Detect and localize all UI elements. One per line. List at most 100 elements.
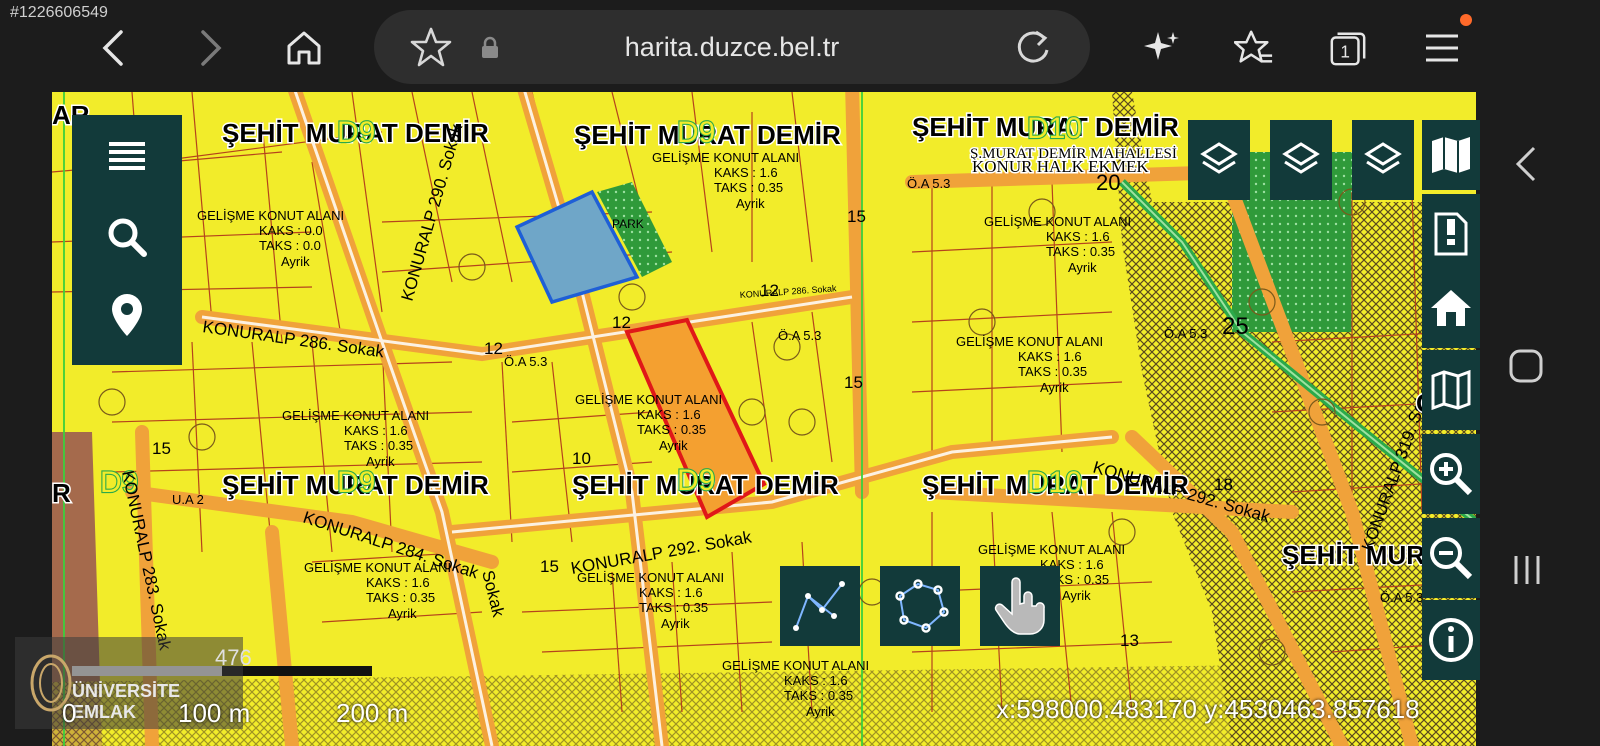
listing-id: #1226606549 <box>10 4 108 21</box>
hamburger-menu-icon[interactable] <box>72 115 182 195</box>
notification-dot <box>1460 14 1472 26</box>
sheet-label: D9 <box>677 116 715 149</box>
oa-label: Ö.A 5.3 <box>778 328 821 343</box>
layers-icon[interactable] <box>1352 120 1414 200</box>
road-width: 15 <box>152 439 171 458</box>
street-label: Sokak <box>478 568 508 619</box>
system-home-icon[interactable] <box>1508 348 1544 389</box>
oa-label: Ö.A 5.3 <box>907 176 950 191</box>
info-icon[interactable] <box>1422 600 1480 680</box>
home-icon[interactable] <box>1422 268 1480 348</box>
pointer-hand-icon[interactable] <box>980 566 1060 646</box>
svg-text:Ayrik: Ayrik <box>659 438 688 453</box>
map-icon[interactable] <box>1422 350 1480 430</box>
sheet-label: D10 <box>1027 112 1082 145</box>
zoom-in-icon[interactable] <box>1422 434 1480 514</box>
svg-text:TAKS : 0.0: TAKS : 0.0 <box>259 238 321 253</box>
menu-icon[interactable] <box>1422 28 1462 68</box>
svg-text:GELİŞME KONUT ALANI: GELİŞME KONUT ALANI <box>722 658 869 673</box>
svg-text:TAKS : 0.35: TAKS : 0.35 <box>784 688 853 703</box>
svg-text:GELİŞME KONUT ALANI: GELİŞME KONUT ALANI <box>956 334 1103 349</box>
svg-text:KAKS : 1.6: KAKS : 1.6 <box>1046 229 1110 244</box>
road-width: 15 <box>847 207 866 226</box>
road-width: 12 <box>484 339 503 358</box>
svg-text:TAKS : 0.35: TAKS : 0.35 <box>639 600 708 615</box>
system-nav-bar <box>1476 92 1600 746</box>
location-pin-icon[interactable] <box>72 275 182 355</box>
svg-text:GELİŞME KONUT ALANI: GELİŞME KONUT ALANI <box>984 214 1131 229</box>
svg-text:TAKS : 0.35: TAKS : 0.35 <box>366 590 435 605</box>
svg-text:Ayrik: Ayrik <box>1040 380 1069 395</box>
svg-text:Ayrik: Ayrik <box>806 704 835 719</box>
svg-text:TAKS : 0.35: TAKS : 0.35 <box>1018 364 1087 379</box>
zoning-block: GELİŞME KONUT ALANIKAKS : 1.6TAKS : 0.35… <box>282 408 429 469</box>
sparkle-icon[interactable] <box>1142 28 1182 68</box>
tabs-icon[interactable]: 1 <box>1328 28 1368 68</box>
tab-count: 1 <box>1340 42 1350 62</box>
svg-text:KAKS : 1.6: KAKS : 1.6 <box>344 423 408 438</box>
road-width: 20 <box>1096 170 1120 195</box>
bookmarks-icon[interactable] <box>1234 28 1274 68</box>
road-width: 18 <box>1214 475 1233 494</box>
svg-text:Ayrik: Ayrik <box>736 196 765 211</box>
svg-text:KAKS : 1.6: KAKS : 1.6 <box>637 407 701 422</box>
watermark-number: 476 <box>215 645 252 670</box>
home-icon[interactable] <box>284 28 324 68</box>
svg-text:Ayrik: Ayrik <box>661 616 690 631</box>
zoom-out-icon[interactable] <box>1422 518 1480 598</box>
back-arrow-icon[interactable] <box>94 28 134 68</box>
map-side-panel <box>72 115 182 365</box>
scale-100-label: 100 m <box>178 698 251 728</box>
sheet-label: D9 <box>337 466 375 499</box>
address-bar[interactable]: harita.duzce.bel.tr <box>374 10 1090 84</box>
sheet-label: D9 <box>677 464 715 497</box>
svg-text:Ayrik: Ayrik <box>388 606 417 621</box>
search-icon[interactable] <box>72 197 182 277</box>
system-recents-icon[interactable] <box>1510 552 1544 593</box>
center-label: KONUR HALK EKMEK <box>972 157 1149 176</box>
url-text[interactable]: harita.duzce.bel.tr <box>374 32 1090 63</box>
oa-label: Ö.A 5.3 <box>1380 590 1423 605</box>
svg-text:Ayrik: Ayrik <box>1062 588 1091 603</box>
scale-zero-label: 0 <box>62 698 77 728</box>
svg-text:TAKS : 0.35: TAKS : 0.35 <box>1046 244 1115 259</box>
road-width: 15 <box>844 373 863 392</box>
document-icon[interactable] <box>1422 194 1480 274</box>
oa-label: Ö.A 5.3 <box>1164 326 1207 341</box>
svg-text:KAKS : 1.6: KAKS : 1.6 <box>784 673 848 688</box>
svg-text:TAKS : 0.35: TAKS : 0.35 <box>637 422 706 437</box>
svg-text:KAKS : 1.6: KAKS : 1.6 <box>366 575 430 590</box>
zoning-block: GELİŞME KONUT ALANIKAKS : 1.6TAKS : 0.35… <box>304 560 451 621</box>
svg-text:TAKS : 0.35: TAKS : 0.35 <box>714 180 783 195</box>
measure-line-icon[interactable] <box>780 566 860 646</box>
svg-text:Ayrik: Ayrik <box>366 454 395 469</box>
svg-text:Ayrik: Ayrik <box>1068 260 1097 275</box>
svg-text:GELİŞME KONUT ALANI: GELİŞME KONUT ALANI <box>197 208 344 223</box>
forward-arrow-icon[interactable] <box>190 28 230 68</box>
reload-icon[interactable] <box>1014 28 1052 71</box>
svg-text:Ayrik: Ayrik <box>281 254 310 269</box>
road-width: 13 <box>1120 631 1139 650</box>
map-canvas[interactable]: ŞEHİT MURAT DEMİR ŞEHİT MURAT DEMİR ŞEHİ… <box>52 92 1476 746</box>
road-width: 10 <box>572 449 591 468</box>
park-label: PARK <box>612 217 644 231</box>
zoning-block: GELİŞME KONUT ALANIKAKS : 1.6TAKS : 0.35… <box>652 150 799 211</box>
svg-text:GELİŞME KONUT ALANI: GELİŞME KONUT ALANI <box>575 392 722 407</box>
measure-area-icon[interactable] <box>880 566 960 646</box>
road-width: 25 <box>1222 313 1249 340</box>
edge-text: R <box>52 478 71 508</box>
svg-text:GELİŞME KONUT ALANI: GELİŞME KONUT ALANI <box>652 150 799 165</box>
zoning-block: GELİŞME KONUT ALANIKAKS : 1.6TAKS : 0.35… <box>984 214 1131 275</box>
svg-text:KAKS : 1.6: KAKS : 1.6 <box>1018 349 1082 364</box>
oa-label: U.A 2 <box>172 492 204 507</box>
layers-icon[interactable] <box>1188 120 1250 200</box>
coordinate-readout: x:598000.483170 y:4530463.857618 <box>996 694 1420 724</box>
system-back-icon[interactable] <box>1514 144 1538 189</box>
map-icon[interactable] <box>1422 120 1480 190</box>
road-width: 12 <box>612 313 631 332</box>
scale-200-label: 200 m <box>336 698 409 728</box>
oa-label: Ö.A 5.3 <box>504 354 547 369</box>
layers-icon[interactable] <box>1270 120 1332 200</box>
zoning-map[interactable]: ŞEHİT MURAT DEMİR ŞEHİT MURAT DEMİR ŞEHİ… <box>52 92 1476 746</box>
svg-text:GELİŞME KONUT ALANI: GELİŞME KONUT ALANI <box>978 542 1125 557</box>
